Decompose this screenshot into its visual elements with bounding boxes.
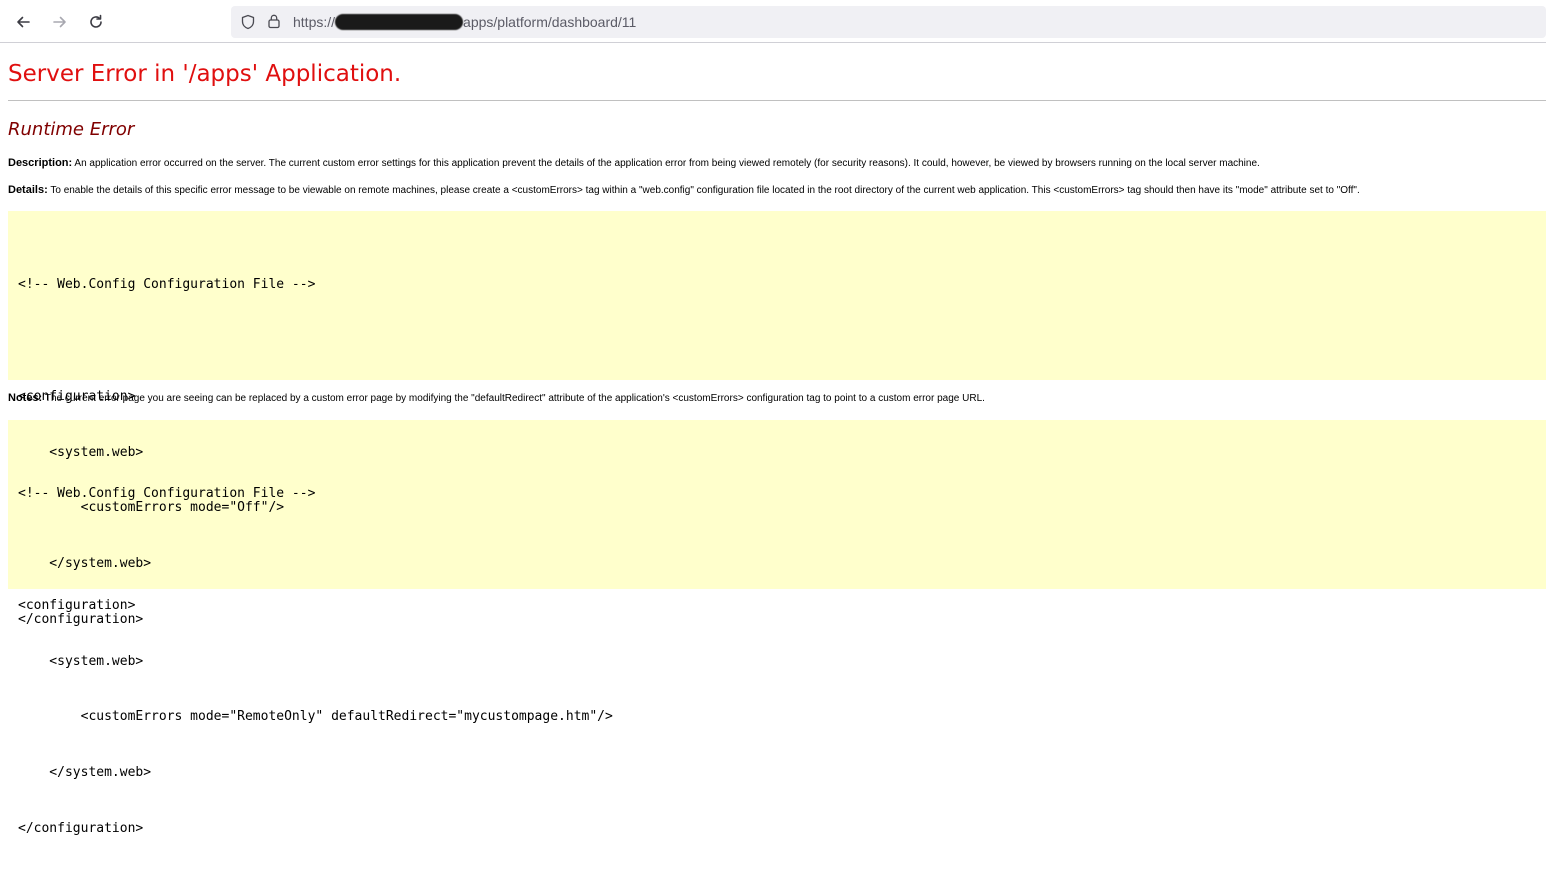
code-line: <configuration> (18, 597, 136, 613)
notes-paragraph: Notes: The current error page you are se… (8, 392, 1546, 405)
description-text: An application error occurred on the ser… (72, 158, 1260, 169)
redacted-host (335, 14, 464, 30)
code-line: <!-- Web.Config Configuration File --> (18, 277, 316, 293)
url-text[interactable]: https:// apps/platform/dashboard/11 (293, 14, 636, 30)
title-divider (8, 100, 1546, 101)
code-line: <system.web> (18, 653, 144, 669)
error-subtitle: Runtime Error (8, 119, 135, 140)
code-line: <customErrors mode="RemoteOnly" defaultR… (18, 709, 613, 725)
code-line: </system.web> (18, 765, 152, 781)
reload-button[interactable] (82, 8, 110, 36)
details-label: Details: (8, 184, 48, 196)
lock-icon[interactable] (266, 13, 282, 29)
error-page: Server Error in '/apps' Application. Run… (8, 42, 1546, 836)
code-line: </configuration> (18, 820, 144, 836)
shield-icon[interactable] (240, 14, 256, 30)
address-bar[interactable]: https:// apps/platform/dashboard/11 (231, 6, 1546, 38)
notes-text: The current error page you are seeing ca… (42, 393, 985, 404)
browser-toolbar: https:// apps/platform/dashboard/11 (0, 0, 1546, 43)
arrow-left-icon (17, 16, 30, 28)
details-text: To enable the details of this specific e… (47, 185, 1360, 196)
description-label: Description: (8, 157, 73, 169)
back-button[interactable] (9, 8, 37, 36)
arrow-right-icon (53, 16, 66, 28)
url-prefix: https:// (293, 14, 336, 30)
details-paragraph: Details: To enable the details of this s… (8, 184, 1546, 197)
forward-button[interactable] (46, 8, 74, 36)
notes-label: Notes: (8, 392, 43, 404)
code-line: <!-- Web.Config Configuration File --> (18, 486, 316, 502)
url-path: apps/platform/dashboard/11 (463, 14, 637, 30)
page-title: Server Error in '/apps' Application. (8, 61, 402, 87)
reload-icon (90, 14, 102, 28)
description-paragraph: Description: An application error occurr… (8, 157, 1546, 170)
config-code-block-off: <!-- Web.Config Configuration File --> <… (8, 211, 1546, 627)
